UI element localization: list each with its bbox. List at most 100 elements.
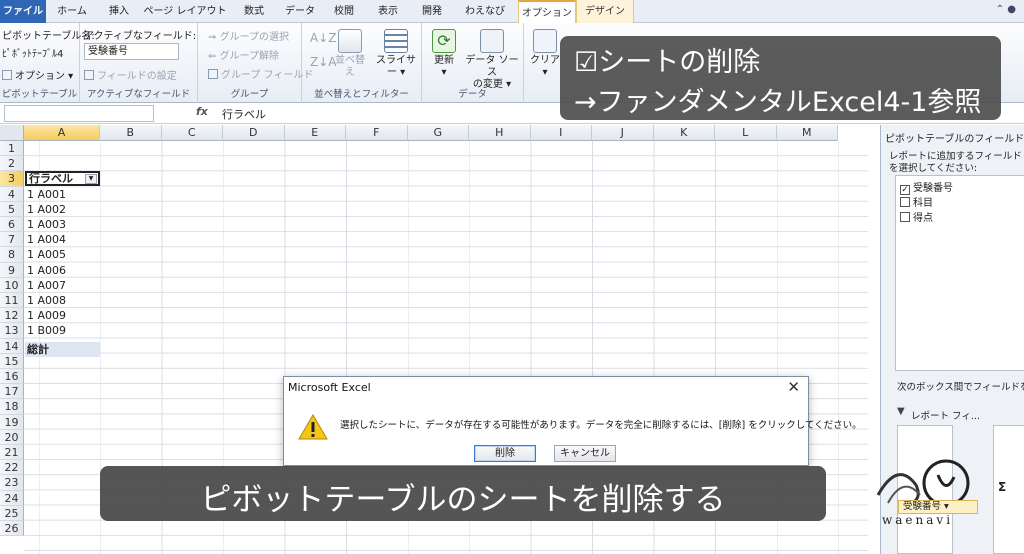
row-header[interactable]: 10 (0, 277, 24, 293)
column-header[interactable]: C (161, 125, 223, 141)
tab-file[interactable]: ファイル (0, 0, 46, 23)
sort-label: 並べ替え (335, 55, 365, 78)
pivot-row-item[interactable]: 1 A007 (25, 278, 100, 293)
pivot-row-item[interactable]: 1 A006 (25, 263, 100, 278)
dialog-close-icon[interactable]: ✕ (787, 378, 800, 396)
pivot-row-item[interactable]: 1 A009 (25, 308, 100, 323)
field-subject[interactable]: 科目 (900, 194, 933, 209)
column-header[interactable]: H (469, 125, 531, 141)
tab-view[interactable]: 表示 (366, 0, 410, 23)
checkbox-icon[interactable] (900, 197, 910, 207)
pivot-row-item[interactable]: 1 B009 (25, 323, 100, 338)
column-header[interactable]: D (223, 125, 285, 141)
tab-formulas[interactable]: 数式 (230, 0, 278, 23)
column-header[interactable]: G (407, 125, 469, 141)
row-header[interactable]: 4 (0, 186, 24, 202)
select-all-corner[interactable] (0, 125, 24, 141)
pivot-row-item[interactable]: 1 A008 (25, 293, 100, 308)
delete-button[interactable]: 削除 (474, 445, 536, 462)
row-field-chip[interactable]: 受験番号 ▾ (898, 500, 978, 514)
row-header[interactable]: 22 (0, 460, 24, 476)
pivot-grand-total[interactable]: 総計 (25, 342, 100, 357)
pivot-row-item[interactable]: 1 A004 (25, 232, 100, 247)
clear-button[interactable]: クリア ▾ (528, 29, 562, 79)
tab-review[interactable]: 校閲 (322, 0, 366, 23)
pane-hint: レポートに追加するフィールドを選択してください: (889, 151, 1022, 174)
column-header[interactable]: K (653, 125, 715, 141)
filter-dropdown-icon[interactable]: ▼ (85, 174, 97, 184)
field-settings-button[interactable]: フィールドの設定 (84, 67, 177, 82)
fx-icon[interactable]: fx (196, 105, 208, 118)
column-header[interactable]: M (776, 125, 838, 141)
active-field-label: アクティブなフィールド: (84, 31, 197, 42)
row-header[interactable]: 20 (0, 429, 24, 445)
row-header[interactable]: 25 (0, 505, 24, 521)
options-button[interactable]: オプション ▾ (2, 67, 73, 82)
ungroup-button[interactable]: ⇐ グループ解除 (208, 47, 279, 62)
pivot-header-text: 行ラベル (29, 172, 73, 185)
row-header[interactable]: 14 (0, 338, 24, 354)
pivot-name-value[interactable]: ﾋﾟﾎﾞｯﾄﾃｰﾌﾞﾙ4 (2, 45, 63, 60)
delete-sheet-dialog: Microsoft Excel ✕ 選択したシートに、データが存在する可能性があ… (283, 376, 862, 466)
sigma-icon: Σ (998, 480, 1007, 494)
slicer-button[interactable]: スライサー ▾ (374, 29, 418, 79)
pivot-row-item[interactable]: 1 A001 (25, 187, 100, 202)
row-header[interactable]: 21 (0, 445, 24, 461)
pane-title: ピボットテーブルのフィールド リスト (885, 134, 1024, 145)
row-header[interactable]: 6 (0, 217, 24, 233)
tab-design[interactable]: デザイン (576, 0, 634, 23)
column-header[interactable]: I (530, 125, 592, 141)
group-field-button[interactable]: グループ フィールド (208, 66, 313, 81)
row-header[interactable]: 11 (0, 293, 24, 309)
row-header[interactable]: 26 (0, 521, 24, 537)
row-header[interactable]: 5 (0, 201, 24, 217)
row-header[interactable]: 12 (0, 308, 24, 324)
tab-data[interactable]: データ (278, 0, 322, 23)
change-source-icon (480, 29, 504, 53)
tab-developer[interactable]: 開発 (410, 0, 454, 23)
row-header[interactable]: 9 (0, 262, 24, 278)
tab-waenavi[interactable]: わえなび (454, 0, 516, 23)
name-box[interactable] (4, 105, 154, 122)
row-header[interactable]: 16 (0, 369, 24, 385)
row-header[interactable]: 17 (0, 384, 24, 400)
tab-home[interactable]: ホーム (46, 0, 98, 23)
cancel-button[interactable]: キャンセル (554, 445, 616, 462)
column-header[interactable]: J (592, 125, 654, 141)
tab-page-layout[interactable]: ページ レイアウト (140, 0, 230, 23)
row-header[interactable]: 24 (0, 490, 24, 506)
dialog-message: 選択したシートに、データが存在する可能性があります。データを完全に削除するには、… (340, 420, 862, 431)
pivot-row-item[interactable]: 1 A005 (25, 247, 100, 262)
row-header[interactable]: 1 (0, 141, 24, 157)
column-header[interactable]: L (715, 125, 777, 141)
column-header[interactable]: A (24, 125, 100, 141)
row-header[interactable]: 3 (0, 171, 24, 187)
row-header[interactable]: 7 (0, 232, 24, 248)
row-header[interactable]: 2 (0, 156, 24, 172)
column-header[interactable]: F (346, 125, 408, 141)
pivot-row-labels-header[interactable]: 行ラベル ▼ (25, 171, 100, 186)
tab-insert[interactable]: 挿入 (98, 0, 140, 23)
column-header[interactable]: B (100, 125, 162, 141)
row-header[interactable]: 15 (0, 353, 24, 369)
pivot-row-item[interactable]: 1 A002 (25, 202, 100, 217)
tab-options[interactable]: オプション (518, 0, 576, 24)
row-header[interactable]: 19 (0, 414, 24, 430)
row-header[interactable]: 18 (0, 399, 24, 415)
row-header[interactable]: 8 (0, 247, 24, 263)
refresh-button[interactable]: ⟳ 更新 ▾ (426, 29, 462, 79)
field-exam-number[interactable]: ✓ 受験番号 (900, 179, 953, 195)
column-header[interactable]: E (284, 125, 346, 141)
change-source-button[interactable]: データ ソース の変更 ▾ (462, 29, 522, 91)
formula-input[interactable]: 行ラベル (222, 106, 266, 122)
field-score[interactable]: 得点 (900, 209, 933, 224)
active-field-input[interactable]: 受験番号 (84, 43, 179, 60)
options-icon (2, 70, 12, 80)
row-header[interactable]: 23 (0, 475, 24, 491)
group-selection-button[interactable]: ⇒ グループの選択 (208, 28, 289, 43)
ribbon-minimize-icon[interactable]: ⌃ ● (996, 4, 1016, 15)
pivot-row-item[interactable]: 1 A003 (25, 217, 100, 232)
checkbox-icon[interactable] (900, 212, 910, 222)
sort-button[interactable]: 並べ替え (332, 29, 368, 79)
row-header[interactable]: 13 (0, 323, 24, 339)
